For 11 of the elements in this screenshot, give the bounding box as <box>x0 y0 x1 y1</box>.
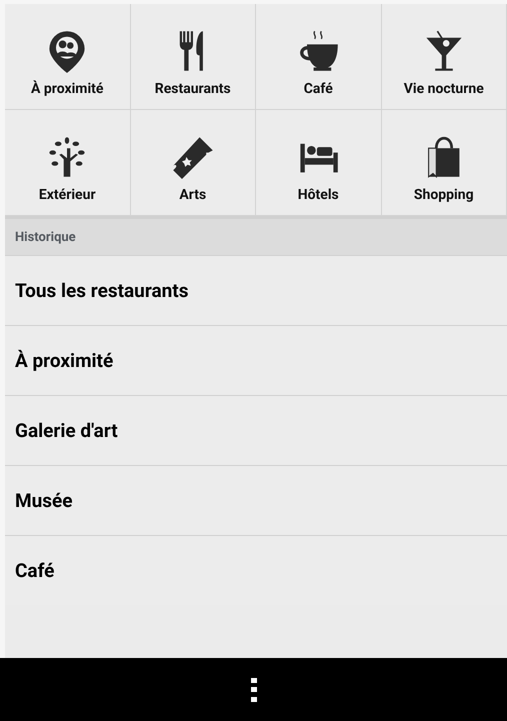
more-menu-icon[interactable] <box>250 678 256 702</box>
category-tile[interactable]: À proximité <box>5 4 130 110</box>
category-tile[interactable]: Extérieur <box>5 110 130 216</box>
category-tile[interactable]: Restaurants <box>130 4 256 110</box>
category-tile[interactable]: Vie nocturne <box>382 4 507 110</box>
category-tile[interactable]: Shopping <box>382 110 507 216</box>
section-title: Historique <box>15 230 76 244</box>
category-tile[interactable]: Arts <box>130 110 256 216</box>
ticket-icon <box>170 135 215 179</box>
category-tile[interactable]: Café <box>256 4 382 110</box>
category-tile[interactable]: Hôtels <box>256 110 382 216</box>
